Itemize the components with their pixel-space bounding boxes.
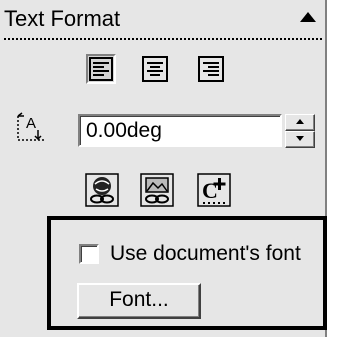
font-button[interactable]: Font... (77, 283, 201, 319)
use-document-font-checkbox[interactable] (79, 244, 99, 264)
angle-spinner (285, 114, 315, 148)
svg-text:A: A (26, 115, 36, 132)
triangle-up-icon[interactable] (298, 10, 318, 24)
angle-input[interactable] (78, 114, 282, 147)
align-left-button[interactable] (86, 54, 116, 84)
align-right-icon (196, 54, 226, 84)
link-globe-icon (84, 172, 120, 208)
link-text-tool-button[interactable] (84, 172, 120, 208)
character-insert-tool-button[interactable]: C (196, 172, 232, 208)
spin-up-button[interactable] (285, 114, 315, 131)
panel-title: Text Format (4, 6, 121, 31)
text-format-panel: Text Format A 0.00deg C Use document's f… (0, 0, 327, 337)
link-image-tool-button[interactable] (139, 172, 175, 208)
align-center-icon (140, 54, 170, 84)
spin-down-button[interactable] (285, 131, 315, 148)
align-left-icon (88, 56, 114, 82)
svg-text:C: C (202, 178, 218, 203)
align-center-button[interactable] (140, 54, 170, 84)
link-picture-icon (139, 172, 175, 208)
text-angle-icon: A (14, 112, 48, 144)
character-plus-icon: C (196, 172, 232, 208)
header-divider (4, 38, 322, 40)
use-document-font-label[interactable]: Use document's font (110, 241, 301, 267)
panel-header[interactable]: Text Format (0, 0, 325, 40)
align-right-button[interactable] (196, 54, 226, 84)
